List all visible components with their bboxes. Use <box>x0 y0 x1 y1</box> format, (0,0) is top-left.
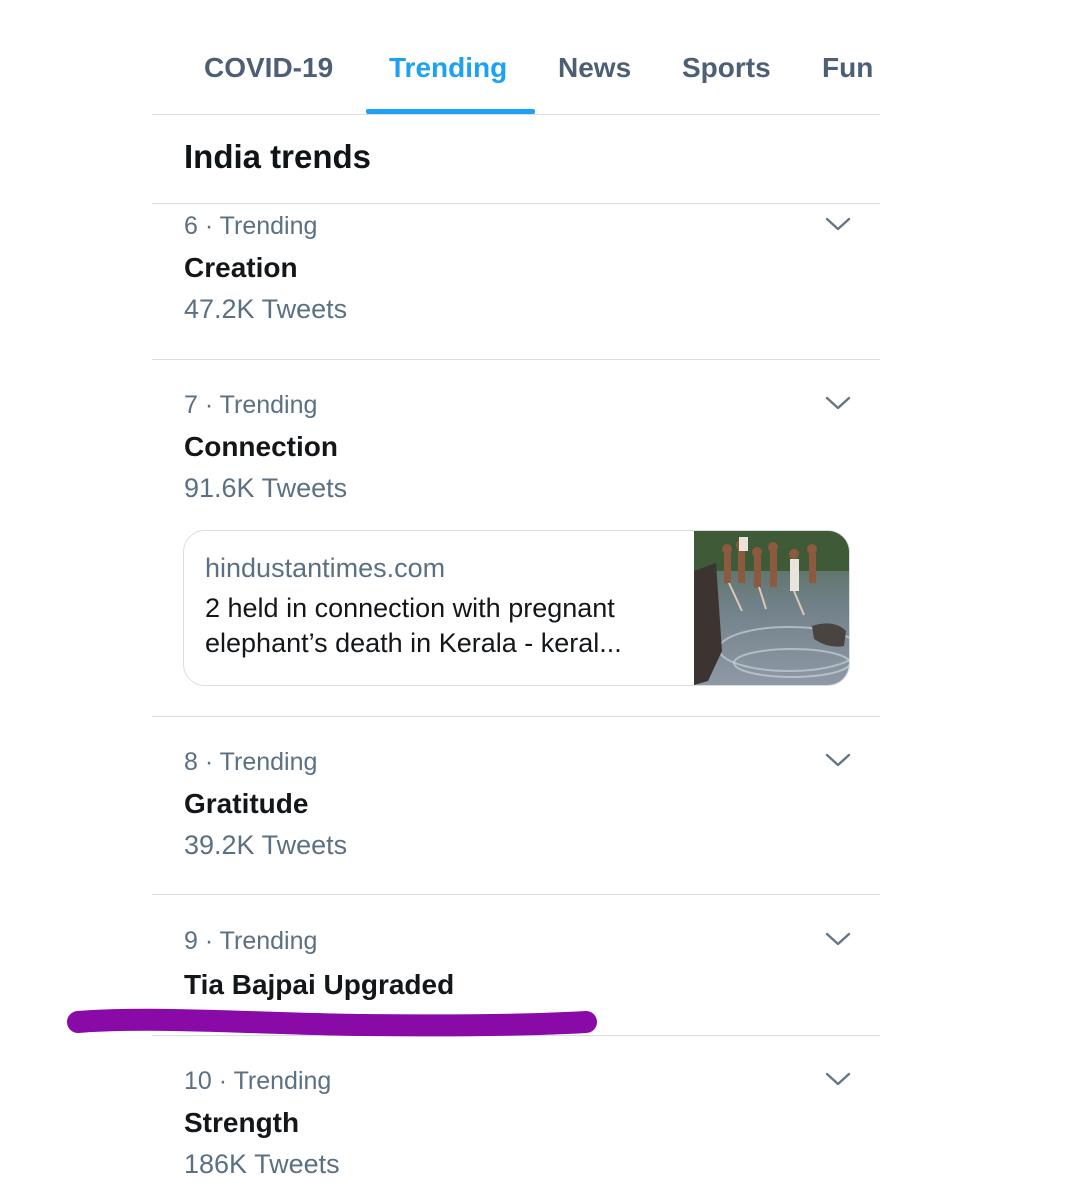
active-tab-indicator <box>366 109 535 114</box>
trend-name: Tia Bajpai Upgraded <box>184 969 455 1000</box>
trend-divider <box>152 359 880 360</box>
trend-rank: 7 · Trending <box>184 391 318 419</box>
tab-sports[interactable]: Sports <box>682 52 771 84</box>
trend-rank: 10 · Trending <box>184 1067 332 1095</box>
trend-rank: 9 · Trending <box>184 927 318 955</box>
chevron-down-icon[interactable] <box>824 214 852 234</box>
tab-news[interactable]: News <box>558 52 631 84</box>
chevron-down-icon[interactable] <box>824 1069 852 1089</box>
trend-tweet-count: 91.6K Tweets <box>184 473 348 503</box>
tab-trending[interactable]: Trending <box>389 52 507 84</box>
trend-rank: 6 · Trending <box>184 212 318 240</box>
trend-divider <box>152 716 880 717</box>
trend-name: Strength <box>184 1107 300 1138</box>
trend-name: Connection <box>184 431 338 462</box>
trend-tweet-count: 39.2K Tweets <box>184 830 348 860</box>
card-source-domain: hindustantimes.com <box>205 553 446 583</box>
card-headline: 2 held in connection with pregnant eleph… <box>205 593 622 658</box>
explore-tabs: COVID-19 Trending News Sports Fun <box>152 0 880 115</box>
header-divider <box>152 203 880 204</box>
highlight-underline-mark <box>67 1008 597 1037</box>
trend-name: Gratitude <box>184 788 309 819</box>
trend-rank: 8 · Trending <box>184 748 318 776</box>
trend-item-creation[interactable]: 6 · Trending Creation 47.2K Tweets <box>152 212 880 358</box>
tab-covid-19[interactable]: COVID-19 <box>204 52 333 84</box>
news-link-card[interactable]: hindustantimes.com 2 held in connection … <box>183 530 850 686</box>
news-thumbnail-image <box>694 531 849 685</box>
trend-item-strength[interactable]: 10 · Trending Strength 186K Tweets <box>152 1067 880 1200</box>
chevron-down-icon[interactable] <box>824 750 852 770</box>
trend-item-gratitude[interactable]: 8 · Trending Gratitude 39.2K Tweets <box>152 748 880 894</box>
tab-fun[interactable]: Fun <box>822 52 873 84</box>
chevron-down-icon[interactable] <box>824 929 852 949</box>
trend-tweet-count: 47.2K Tweets <box>184 294 348 324</box>
chevron-down-icon[interactable] <box>824 393 852 413</box>
trend-name: Creation <box>184 252 298 283</box>
section-title: India trends <box>184 138 372 175</box>
trend-divider <box>152 894 880 895</box>
trend-tweet-count: 186K Tweets <box>184 1149 340 1179</box>
